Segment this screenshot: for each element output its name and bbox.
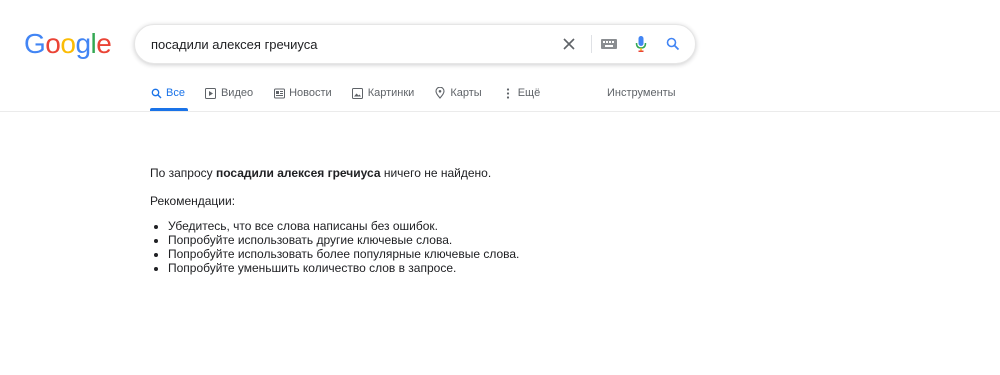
recommendation-item: Попробуйте использовать другие ключевые … [168,233,519,247]
tab-label: Ещё [517,87,541,99]
search-box-divider [591,35,592,53]
tab-video[interactable]: Видео [205,84,253,102]
recommendations-list: Убедитесь, что все слова написаны без ош… [150,219,519,275]
more-vert-icon [502,87,514,99]
keyboard-icon[interactable] [599,34,619,54]
tab-label: Все [166,87,185,99]
recommendations-title: Рекомендации: [150,194,236,208]
google-logo[interactable]: Google [24,28,112,59]
recommendation-item: Попробуйте использовать более популярные… [168,247,519,261]
logo-letter: o [45,28,61,59]
microphone-icon[interactable] [631,34,651,54]
logo-letter: e [96,28,112,59]
recommendation-item: Попробуйте уменьшить количество слов в з… [168,261,519,275]
no-results-panel: По запросу посадили алексея гречиуса нич… [150,165,519,275]
tab-maps[interactable]: Карты [434,84,482,102]
tab-label: Видео [220,87,254,99]
tab-label: Карты [450,87,482,99]
search-icon [150,87,162,99]
no-results-message: По запросу посадили алексея гречиуса нич… [150,165,519,181]
logo-letter: o [60,28,76,59]
search-box [134,24,696,64]
recommendation-item: Убедитесь, что все слова написаны без ош… [168,219,519,233]
header-divider [0,111,1000,112]
logo-letter: G [24,28,46,59]
news-icon [273,87,285,99]
tab-all[interactable]: Все [150,84,185,102]
query-highlight: посадили алексея гречиуса [216,166,381,180]
search-input[interactable] [151,25,541,63]
map-pin-icon [434,87,446,99]
search-icon[interactable] [663,34,683,54]
message-prefix: По запросу [150,166,216,180]
tab-images[interactable]: Картинки [352,84,415,102]
clear-icon[interactable] [559,34,579,54]
tools-button[interactable]: Инструменты [607,87,676,99]
tab-news[interactable]: Новости [273,84,332,102]
search-results-page: Google Все Видео [0,0,1000,375]
video-icon [205,87,217,99]
tab-more[interactable]: Ещё [502,84,541,102]
logo-letter: g [75,28,91,59]
message-suffix: ничего не найдено. [380,166,492,180]
tab-label: Картинки [367,87,415,99]
search-tabs: Все Видео Новости Картинки Карты Ещё [150,84,560,112]
images-icon [352,87,364,99]
tab-label: Новости [289,87,332,99]
